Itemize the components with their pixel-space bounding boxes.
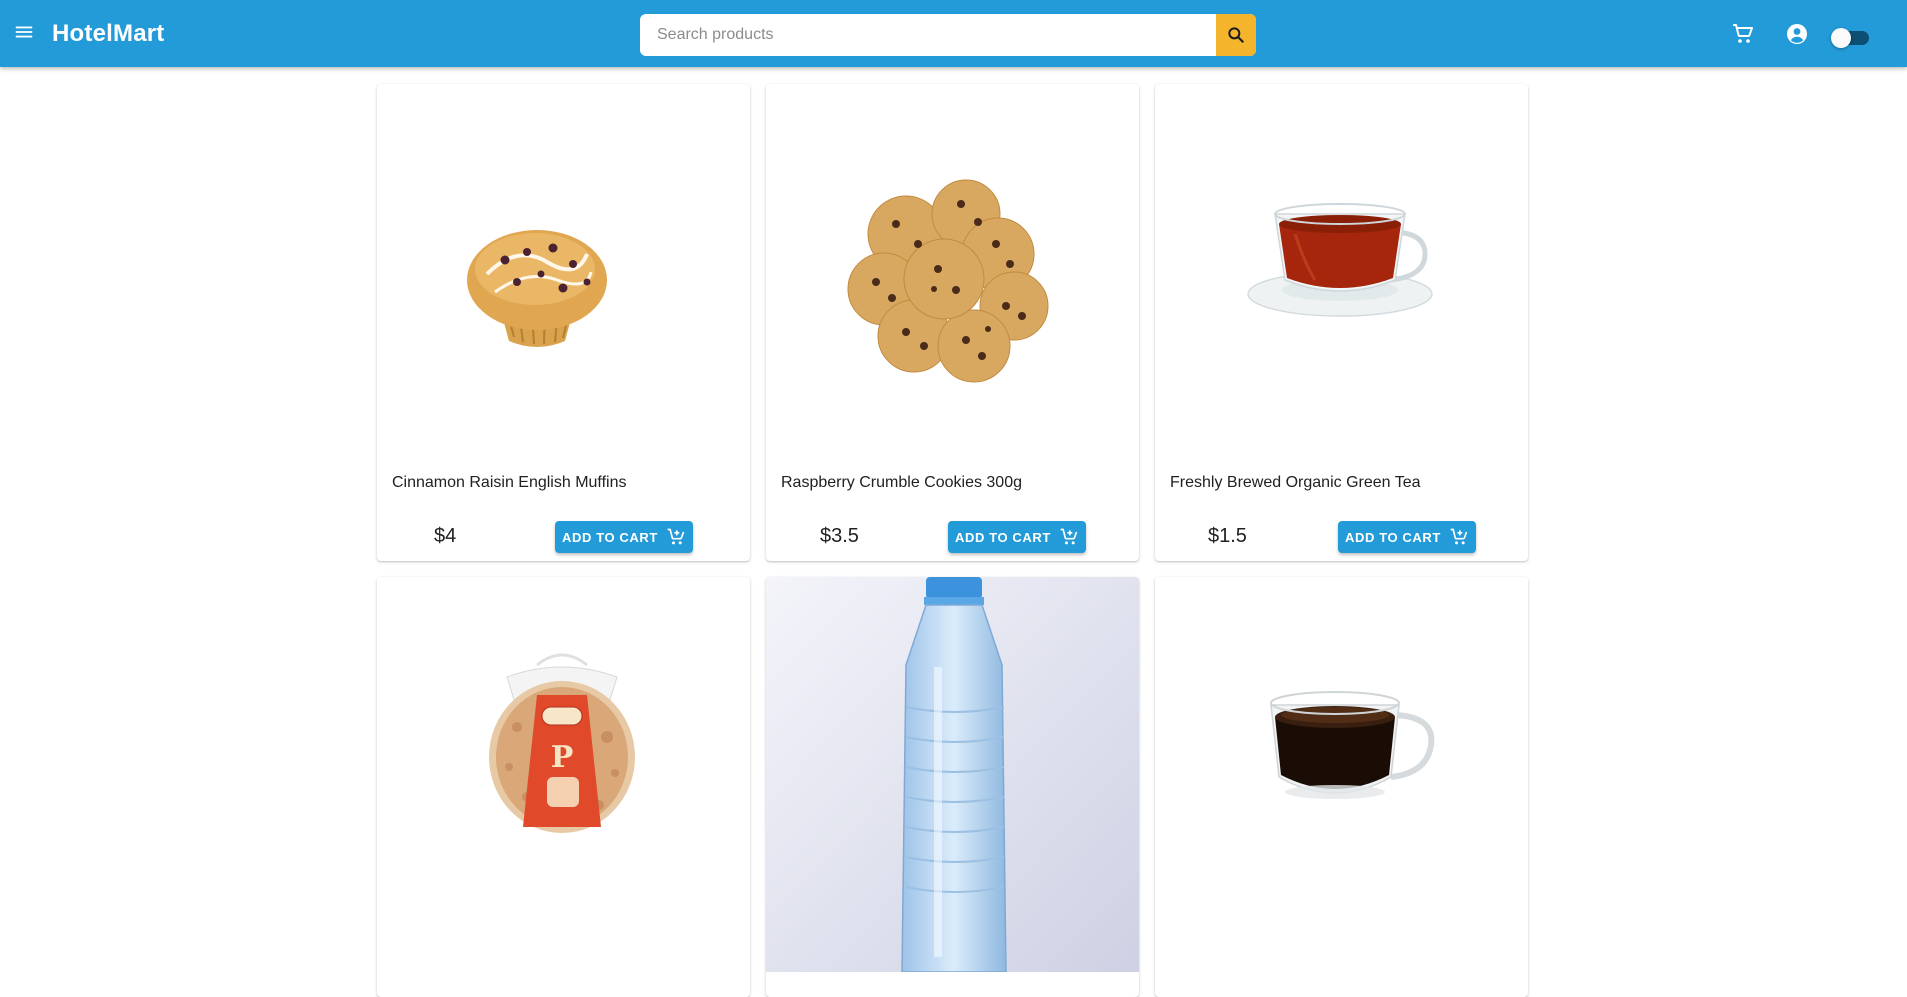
- product-image-cookies: [847, 179, 1049, 383]
- product-image-tea-cup: [1247, 203, 1433, 317]
- product-name: Raspberry Crumble Cookies 300g: [781, 474, 1022, 491]
- app-bar: HotelMart: [0, 0, 1907, 67]
- product-name: Cinnamon Raisin English Muffins: [392, 474, 627, 491]
- product-price: $1.5: [1208, 525, 1247, 547]
- product-image-espresso-cup: [1270, 691, 1435, 799]
- cart-button[interactable]: [1728, 19, 1758, 49]
- svg-text:P: P: [551, 740, 574, 775]
- search-icon: [1228, 27, 1244, 43]
- product-image-water-bottle: [766, 577, 1139, 972]
- add-to-cart-button[interactable]: ADD TO CART: [948, 521, 1086, 553]
- toggle-thumb: [1831, 28, 1851, 48]
- account-circle-icon: [1787, 24, 1807, 44]
- product-card: [1155, 577, 1528, 997]
- product-name: Freshly Brewed Organic Green Tea: [1170, 474, 1421, 491]
- cart-icon: [1733, 24, 1753, 43]
- product-card: Raspberry Crumble Cookies 300g $3.5 ADD …: [766, 84, 1139, 561]
- account-button[interactable]: [1782, 19, 1812, 49]
- search-bar: [640, 14, 1256, 56]
- product-card: Freshly Brewed Organic Green Tea $1.5 AD…: [1155, 84, 1528, 561]
- add-to-cart-button[interactable]: ADD TO CART: [555, 521, 693, 553]
- add-to-cart-label: ADD TO CART: [1345, 529, 1441, 545]
- add-shopping-cart-icon: [667, 528, 685, 545]
- search-input[interactable]: [640, 14, 1215, 56]
- product-card: Cinnamon Raisin English Muffins $4 ADD T…: [377, 84, 750, 561]
- menu-icon: [15, 26, 33, 38]
- add-to-cart-button[interactable]: ADD TO CART: [1338, 521, 1476, 553]
- product-price: $4: [434, 525, 457, 547]
- menu-button[interactable]: [9, 17, 39, 47]
- product-price: $3.5: [820, 525, 859, 547]
- theme-toggle-switch[interactable]: [1831, 26, 1871, 48]
- search-button[interactable]: [1216, 14, 1256, 56]
- add-shopping-cart-icon: [1450, 528, 1468, 545]
- product-card: P: [377, 577, 750, 997]
- product-card: [766, 577, 1139, 997]
- add-to-cart-label: ADD TO CART: [955, 529, 1051, 545]
- add-shopping-cart-icon: [1060, 528, 1078, 545]
- product-image-muffin: [467, 230, 607, 347]
- add-to-cart-label: ADD TO CART: [562, 529, 658, 545]
- app-title: HotelMart: [52, 20, 165, 47]
- product-image-pita-bread: P: [489, 653, 635, 833]
